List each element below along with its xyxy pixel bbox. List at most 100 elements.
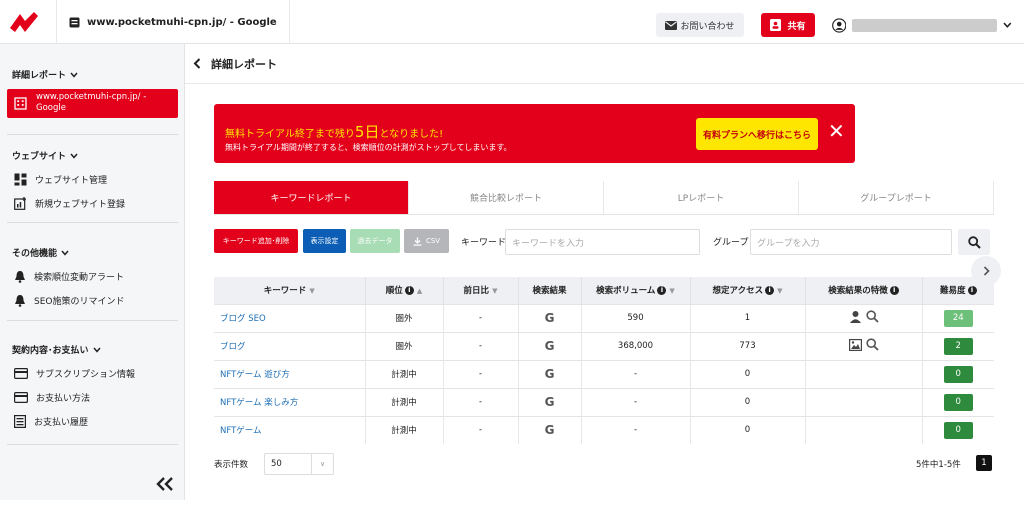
search-result-cell[interactable]: G bbox=[518, 331, 582, 360]
sidebar-item-payment-method[interactable]: お支払い方法 bbox=[14, 391, 90, 404]
google-icon[interactable]: G bbox=[545, 395, 555, 409]
column-header-difficulty: 難易度 i bbox=[922, 277, 994, 304]
site-icon bbox=[69, 17, 80, 27]
sidebar-item-subscription[interactable]: サブスクリプション情報 bbox=[14, 367, 135, 380]
collapse-sidebar-icon[interactable] bbox=[156, 477, 176, 491]
divider bbox=[7, 134, 178, 135]
past-data-button[interactable]: 過去データ bbox=[350, 229, 400, 253]
sort-desc-icon: ▼ bbox=[492, 287, 498, 296]
table-row: ブログ 圏外 - G 368,000 773 2 bbox=[214, 331, 994, 360]
tab-group-report[interactable]: グループレポート bbox=[799, 181, 994, 214]
top-bar: www.pocketmuhi-cpn.jp/ - Google お問い合わせ 共… bbox=[0, 0, 1024, 44]
info-icon: i bbox=[404, 286, 414, 296]
building-icon bbox=[14, 97, 27, 110]
user-menu[interactable] bbox=[832, 14, 1012, 36]
chevron-down-icon bbox=[1003, 22, 1012, 28]
sidebar-item-rank-alert[interactable]: 検索順位変動アラート bbox=[14, 270, 124, 283]
column-header-rank[interactable]: 順位 i ▲ bbox=[365, 277, 444, 304]
google-icon[interactable]: G bbox=[545, 367, 555, 381]
sidebar-section-other[interactable]: その他機能 bbox=[12, 246, 69, 259]
search-result-cell[interactable]: G bbox=[518, 303, 582, 332]
back-chevron-icon[interactable] bbox=[193, 58, 201, 69]
add-delete-keyword-button[interactable]: キーワード追加･削除 bbox=[214, 229, 298, 253]
google-icon[interactable]: G bbox=[545, 339, 555, 353]
keyword-link[interactable]: NFTゲーム 遊び方 bbox=[214, 359, 366, 388]
keyword-link[interactable]: ブログ SEO bbox=[214, 303, 366, 332]
day-change-cell: - bbox=[443, 387, 519, 416]
sidebar-item-website-manage[interactable]: ウェブサイト管理 bbox=[14, 173, 107, 186]
group-search-input[interactable]: グループを入力 bbox=[750, 229, 952, 255]
header-label: 想定アクセス bbox=[712, 286, 764, 297]
sidebar-section-report[interactable]: 詳細レポート bbox=[12, 68, 78, 81]
person-icon bbox=[849, 311, 861, 323]
google-icon[interactable]: G bbox=[545, 311, 555, 325]
search-result-cell[interactable]: G bbox=[518, 415, 582, 444]
day-change-cell: - bbox=[443, 359, 519, 388]
column-header-keyword[interactable]: キーワード ▼ bbox=[214, 277, 366, 304]
column-header-search-volume[interactable]: 検索ボリューム i ▼ bbox=[581, 277, 691, 304]
difficulty-cell: 0 bbox=[922, 387, 994, 416]
google-icon[interactable]: G bbox=[545, 423, 555, 437]
search-icon bbox=[865, 310, 879, 323]
keyword-link[interactable]: NFTゲーム 楽しみ方 bbox=[214, 387, 366, 416]
trial-banner-headline: 無料トライアル終了まで残り5日となりました! bbox=[225, 121, 443, 142]
sidebar-section-contract[interactable]: 契約内容･お支払い bbox=[12, 343, 101, 356]
per-page-select[interactable]: 50 ∨ bbox=[264, 453, 334, 475]
close-icon[interactable]: ✕ bbox=[828, 121, 845, 141]
tab-lp-report[interactable]: LPレポート bbox=[604, 181, 799, 214]
chevron-down-icon bbox=[61, 250, 69, 256]
serp-features-cell bbox=[805, 387, 923, 416]
display-settings-button[interactable]: 表示設定 bbox=[303, 229, 346, 253]
sidebar-item-label: 新規ウェブサイト登録 bbox=[35, 200, 126, 210]
serp-features-cell bbox=[805, 303, 923, 332]
divider bbox=[7, 444, 178, 445]
rank-cell: 圏外 bbox=[365, 303, 444, 332]
bell-icon bbox=[15, 271, 25, 283]
tab-competitor-report[interactable]: 競合比較レポート bbox=[409, 181, 604, 214]
search-result-cell[interactable]: G bbox=[518, 387, 582, 416]
search-volume-cell: - bbox=[581, 387, 691, 416]
app-logo[interactable] bbox=[8, 8, 40, 36]
expected-access-cell: 0 bbox=[690, 359, 806, 388]
search-button[interactable] bbox=[958, 229, 990, 255]
sidebar-item-website-register[interactable]: 新規ウェブサイト登録 bbox=[14, 197, 125, 210]
sidebar-item-label: ウェブサイト管理 bbox=[35, 176, 108, 186]
column-header-day-change[interactable]: 前日比 ▼ bbox=[443, 277, 519, 304]
sidebar-item-label: SEO施策のリマインド bbox=[34, 297, 125, 307]
csv-download-button[interactable]: CSV bbox=[404, 229, 449, 253]
sidebar-item-label: www.pocketmuhi-cpn.jp/ - Google bbox=[36, 92, 147, 113]
site-selector[interactable]: www.pocketmuhi-cpn.jp/ - Google bbox=[56, 0, 290, 44]
mail-icon bbox=[665, 20, 678, 30]
credit-card-icon bbox=[14, 392, 28, 403]
difficulty-cell: 24 bbox=[922, 303, 994, 332]
column-header-search-result: 検索結果 bbox=[518, 277, 582, 304]
sidebar-item-active-site[interactable]: www.pocketmuhi-cpn.jp/ - Google bbox=[7, 89, 178, 118]
keyword-link[interactable]: NFTゲーム bbox=[214, 415, 366, 444]
serp-features bbox=[848, 338, 879, 351]
difficulty-badge: 0 bbox=[943, 421, 973, 439]
search-result-cell[interactable]: G bbox=[518, 359, 582, 388]
header-label: 順位 bbox=[385, 286, 403, 297]
chevron-right-icon bbox=[983, 266, 990, 276]
keyword-search-input[interactable]: キーワードを入力 bbox=[505, 229, 700, 255]
sidebar-item-payment-history[interactable]: お支払い履歴 bbox=[14, 415, 88, 428]
sidebar-item-seo-remind[interactable]: SEO施策のリマインド bbox=[14, 294, 124, 307]
day-change-cell: - bbox=[443, 331, 519, 360]
trial-banner-message: 無料トライアル期間が終了すると、検索順位の計測がストップしてしまいます。 bbox=[225, 143, 512, 152]
contact-button[interactable]: お問い合わせ bbox=[656, 13, 744, 37]
sidebar-section-website[interactable]: ウェブサイト bbox=[12, 149, 78, 162]
page-title: 詳細レポート bbox=[211, 57, 277, 71]
user-name-redacted bbox=[852, 18, 998, 32]
info-icon: i bbox=[889, 286, 899, 296]
difficulty-cell: 2 bbox=[922, 331, 994, 360]
report-tabs: キーワードレポート 競合比較レポート LPレポート グループレポート bbox=[214, 181, 994, 215]
per-page-label: 表示件数 bbox=[214, 460, 249, 470]
search-volume-cell: 590 bbox=[581, 303, 691, 332]
chevron-down-icon bbox=[70, 72, 78, 78]
column-header-expected-access[interactable]: 想定アクセス i ▼ bbox=[690, 277, 806, 304]
share-button[interactable]: 共有 bbox=[761, 13, 815, 37]
upgrade-plan-button[interactable]: 有料プランへ移行はこちら bbox=[696, 118, 818, 150]
keyword-link[interactable]: ブログ bbox=[214, 331, 366, 360]
tab-keyword-report[interactable]: キーワードレポート bbox=[214, 181, 409, 214]
pagination-page[interactable]: 1 bbox=[976, 455, 992, 471]
